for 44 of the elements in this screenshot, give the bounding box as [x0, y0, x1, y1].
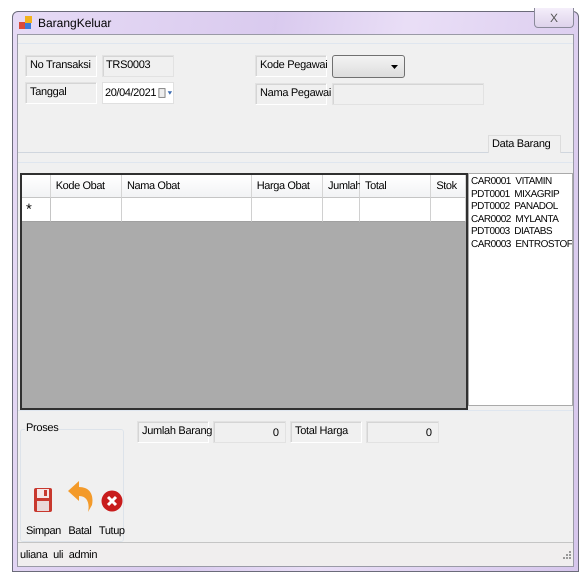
calendar-dropdown-icon — [158, 87, 173, 99]
text-field[interactable]: TRS0003 — [102, 55, 174, 77]
list-item[interactable]: PDT0003 DIATABS — [471, 226, 572, 238]
toolbar-button[interactable]: Simpan — [26, 487, 61, 537]
group-title: Proses — [25, 422, 60, 434]
dropdown-arrow-icon — [391, 64, 398, 68]
field-label: No Transaksi — [25, 55, 97, 77]
total-field[interactable]: 0 — [213, 421, 286, 443]
window-title: BarangKeluar — [38, 16, 112, 30]
dropdown[interactable] — [332, 55, 405, 78]
table-cell[interactable] — [323, 198, 360, 222]
table-cell[interactable] — [252, 198, 324, 222]
list-item[interactable]: CAR0001 VITAMIN — [471, 176, 572, 188]
close-button[interactable]: X — [534, 8, 574, 28]
app-icon — [19, 16, 33, 30]
date-picker[interactable]: 20/04/2021 — [102, 82, 174, 104]
header-corner — [22, 175, 51, 198]
field-label: Tanggal — [25, 82, 97, 104]
column-header[interactable]: Harga Obat — [252, 175, 324, 198]
text-field[interactable] — [332, 83, 484, 105]
close-icon — [100, 489, 123, 513]
list-item[interactable]: PDT0001 MIXAGRIP — [471, 188, 572, 201]
toolbar-button[interactable]: Batal — [66, 479, 94, 537]
resize-grip-icon[interactable] — [563, 550, 571, 558]
toolbar-button[interactable]: Tutup — [98, 489, 125, 537]
column-header[interactable]: Kode Obat — [50, 175, 122, 198]
total-field[interactable]: 0 — [366, 421, 439, 443]
table-cell[interactable] — [122, 198, 252, 222]
undo-arrow-icon — [66, 479, 94, 513]
status-text: uliana uli admin — [20, 548, 98, 560]
table-cell[interactable] — [360, 198, 432, 222]
column-header[interactable]: Nama Obat — [122, 175, 252, 198]
field-label: Kode Pegawai — [255, 55, 327, 77]
list-label: Data Barang — [488, 135, 561, 153]
column-header[interactable]: Total — [360, 175, 432, 198]
column-header[interactable]: Stok — [431, 175, 466, 198]
total-label: Total Harga — [290, 421, 362, 443]
new-row-marker: * — [22, 198, 51, 222]
table-cell[interactable] — [50, 198, 122, 222]
list-item[interactable]: PDT0002 PANADOL — [471, 201, 572, 214]
list-item[interactable]: CAR0002 MYLANTA — [471, 214, 572, 226]
table-cell[interactable] — [431, 198, 466, 222]
item-list[interactable]: CAR0001 VITAMIN PDT0001 MIXAGRIP PDT0002 PANADOL CAR0002 MYLANTA PDT0003 DIATABS CAR0003 ENTROSTOF — [468, 173, 573, 406]
list-item[interactable]: CAR0003 ENTROSTOF — [471, 238, 572, 251]
